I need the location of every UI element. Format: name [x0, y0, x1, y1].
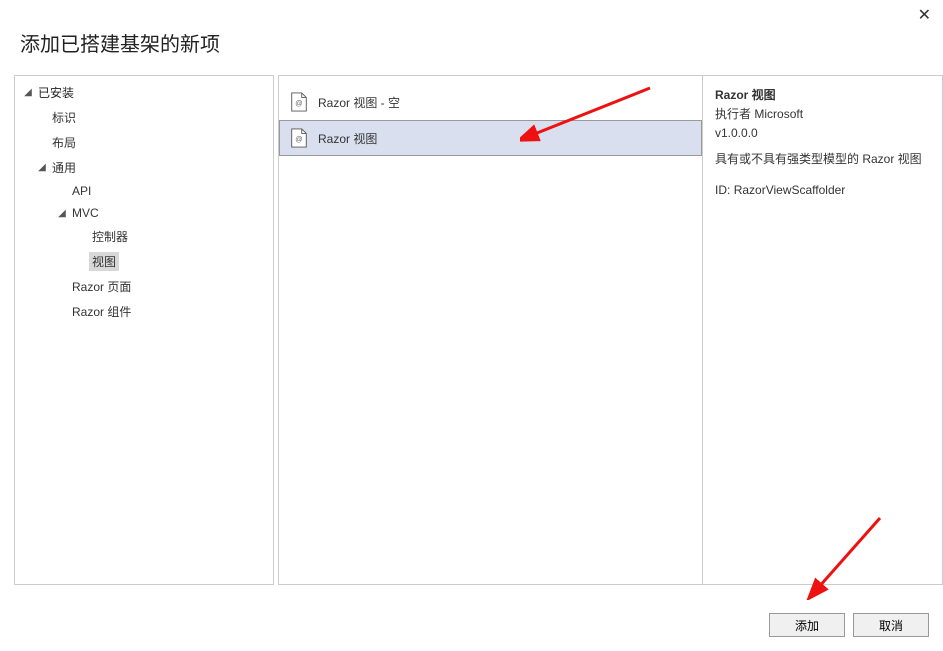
tree-label: API: [69, 183, 94, 199]
tree-item-layout[interactable]: 布局: [15, 130, 273, 155]
tree-item-controller[interactable]: 控制器: [15, 224, 273, 249]
details-title: Razor 视图: [715, 86, 930, 105]
details-version: v1.0.0.0: [715, 124, 930, 143]
cancel-button[interactable]: 取消: [853, 613, 929, 637]
tree-label: MVC: [69, 205, 102, 221]
collapse-caret-icon: ◢: [21, 87, 35, 98]
tree-item-mvc[interactable]: ◢ MVC: [15, 202, 273, 224]
dialog-footer: 添加 取消: [769, 613, 929, 637]
tree-item-common[interactable]: ◢ 通用: [15, 155, 273, 180]
details-id: ID: RazorViewScaffolder: [715, 181, 930, 200]
razor-file-icon: @: [290, 128, 308, 148]
svg-text:@: @: [295, 99, 302, 108]
details-description: 具有或不具有强类型模型的 Razor 视图: [715, 150, 930, 169]
tree-label: 布局: [49, 133, 79, 152]
tree-item-razor-components[interactable]: Razor 组件: [15, 299, 273, 324]
tree-label: 标识: [49, 108, 79, 127]
tree-label: Razor 页面: [69, 277, 134, 296]
details-publisher: 执行者 Microsoft: [715, 105, 930, 124]
collapse-caret-icon: ◢: [55, 208, 69, 219]
tree-label: Razor 组件: [69, 302, 134, 321]
tree-label: 控制器: [89, 227, 131, 246]
list-item[interactable]: @ Razor 视图: [279, 120, 702, 156]
close-icon[interactable]: ✕: [918, 8, 931, 24]
tree-label: 已安装: [35, 83, 77, 102]
main-content: ◢ 已安装 标识 布局 ◢ 通用 API ◢ MVC 控制器 视图: [0, 75, 943, 585]
tree-item-identity[interactable]: 标识: [15, 105, 273, 130]
list-item[interactable]: @ Razor 视图 - 空: [279, 84, 702, 120]
tree-header-installed[interactable]: ◢ 已安装: [15, 80, 273, 105]
tree-label: 视图: [89, 252, 119, 271]
tree-item-api[interactable]: API: [15, 180, 273, 202]
list-item-label: Razor 视图 - 空: [318, 94, 400, 111]
category-tree: ◢ 已安装 标识 布局 ◢ 通用 API ◢ MVC 控制器 视图: [14, 75, 274, 585]
details-panel: Razor 视图 执行者 Microsoft v1.0.0.0 具有或不具有强类…: [703, 75, 943, 585]
collapse-caret-icon: ◢: [35, 162, 49, 173]
svg-text:@: @: [295, 135, 302, 144]
tree-label: 通用: [49, 158, 79, 177]
dialog-title: 添加已搭建基架的新项: [0, 0, 943, 75]
tree-item-view[interactable]: 视图: [15, 249, 273, 274]
template-list: @ Razor 视图 - 空 @ Razor 视图: [278, 75, 703, 585]
list-item-label: Razor 视图: [318, 130, 377, 147]
razor-file-icon: @: [290, 92, 308, 112]
tree-item-razor-pages[interactable]: Razor 页面: [15, 274, 273, 299]
add-button[interactable]: 添加: [769, 613, 845, 637]
